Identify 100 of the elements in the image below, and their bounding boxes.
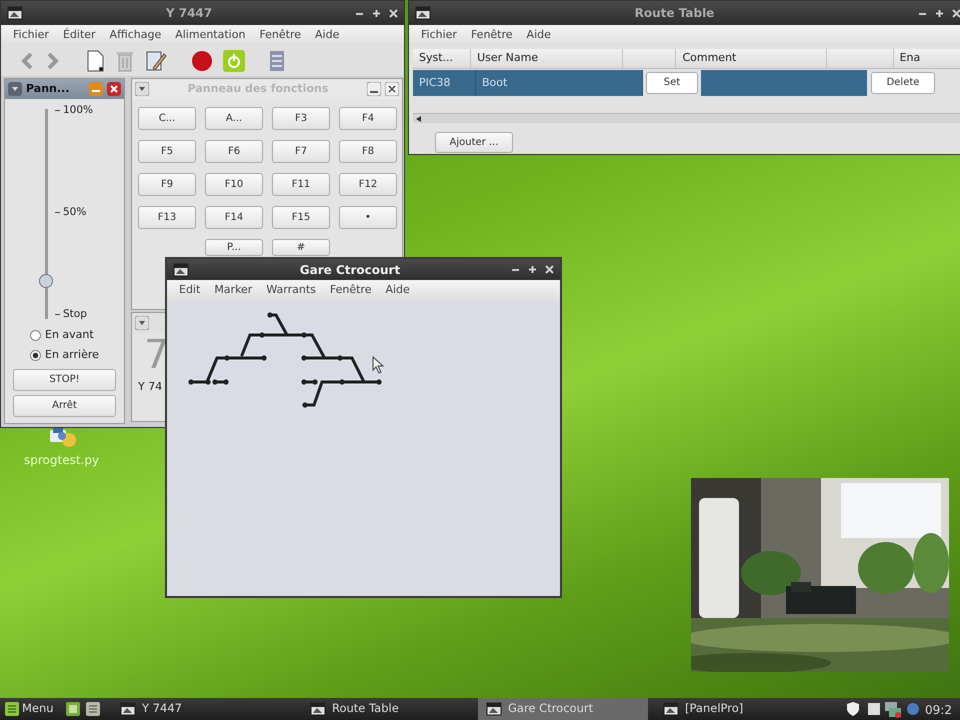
menu-icon[interactable]: [4, 701, 20, 717]
radio-button[interactable]: [30, 330, 41, 340]
column-header[interactable]: User Name: [471, 49, 623, 68]
throttle-button[interactable]: STOP!: [13, 369, 116, 391]
menu-item[interactable]: Éditer: [62, 27, 96, 44]
table-cell[interactable]: [701, 70, 867, 96]
taskbar-button[interactable]: Y 7447: [112, 698, 282, 720]
python-file-icon[interactable]: [48, 426, 78, 448]
menu-item[interactable]: Fichier: [13, 27, 49, 44]
new-document-icon[interactable]: [85, 50, 105, 72]
maximize-icon[interactable]: [528, 265, 537, 274]
close-icon[interactable]: [545, 265, 554, 274]
globe-icon[interactable]: [906, 702, 920, 716]
function-button[interactable]: F12: [339, 173, 397, 196]
window-icon: [486, 701, 502, 717]
menu-item[interactable]: Affichage: [110, 27, 162, 44]
menu-item[interactable]: Fenêtre: [470, 27, 513, 44]
window-icon[interactable]: [173, 262, 189, 278]
function-button[interactable]: F13: [138, 206, 196, 229]
window-title: Gare Ctrocourt: [298, 262, 402, 278]
radio-label[interactable]: En avant: [45, 326, 94, 344]
function-button[interactable]: F11: [272, 173, 330, 196]
function-button[interactable]: #: [272, 239, 330, 256]
mouse-cursor-icon: [372, 356, 386, 374]
menu-item[interactable]: Fichier: [421, 27, 457, 44]
function-button[interactable]: F10: [205, 173, 263, 196]
slider-label: 50%: [63, 205, 86, 220]
function-button[interactable]: A...: [205, 107, 263, 130]
close-icon[interactable]: [952, 8, 960, 18]
window-title: Y 7447: [164, 5, 214, 22]
maximize-icon[interactable]: [935, 8, 944, 18]
menu-item[interactable]: Fenêtre: [330, 282, 372, 299]
function-button[interactable]: F6: [205, 140, 263, 163]
horizontal-scrollbar[interactable]: [413, 113, 960, 123]
file-manager-icon[interactable]: [66, 702, 80, 716]
slider-thumb[interactable]: [39, 274, 53, 288]
slider-tick: [55, 212, 60, 214]
delete-button[interactable]: Delete: [871, 72, 935, 94]
maximize-icon[interactable]: [372, 8, 381, 18]
close-icon[interactable]: [389, 8, 398, 18]
shield-icon[interactable]: [846, 701, 860, 717]
task-label: [PanelPro]: [685, 700, 744, 718]
address-number: 7: [144, 335, 170, 375]
menu-item[interactable]: Warrants: [266, 282, 316, 299]
column-header[interactable]: Ena: [894, 49, 960, 68]
dropdown-icon[interactable]: [135, 316, 149, 330]
function-button[interactable]: F14: [205, 206, 263, 229]
table-cell[interactable]: Boot: [476, 70, 643, 96]
slider-label: 100%: [63, 103, 94, 118]
throttle-button[interactable]: Arrêt: [13, 395, 116, 417]
task-label: Gare Ctrocourt: [508, 700, 594, 718]
function-button[interactable]: F4: [339, 107, 397, 130]
slider-label: Stop: [63, 307, 87, 322]
column-header[interactable]: Syst...: [413, 49, 472, 68]
network-icon[interactable]: [884, 700, 902, 718]
function-button[interactable]: F7: [272, 140, 330, 163]
clock: 09:2: [925, 702, 952, 719]
menu-item[interactable]: Aide: [315, 27, 340, 44]
radio-label[interactable]: En arrière: [45, 346, 99, 364]
menu-item[interactable]: Aide: [385, 282, 410, 299]
window-icon[interactable]: [7, 5, 23, 21]
function-button[interactable]: F5: [138, 140, 196, 163]
menu-item[interactable]: Fenêtre: [259, 27, 302, 44]
taskbar-button[interactable]: Gare Ctrocourt: [478, 698, 648, 720]
function-button[interactable]: F8: [339, 140, 397, 163]
minimize-icon[interactable]: [367, 82, 381, 96]
start-menu-button[interactable]: Menu: [18, 698, 58, 720]
function-button[interactable]: P...: [205, 239, 263, 256]
slider-tick: [55, 314, 60, 316]
set-button[interactable]: Set: [646, 72, 698, 94]
menu-item[interactable]: Edit: [179, 282, 200, 299]
edit-document-icon[interactable]: [145, 50, 167, 72]
window-title: Route Table: [634, 5, 716, 22]
function-button[interactable]: C...: [138, 107, 196, 130]
dropdown-icon[interactable]: [8, 82, 22, 96]
column-header[interactable]: Comment: [676, 49, 828, 68]
function-button[interactable]: •: [339, 206, 397, 229]
window-icon: [663, 701, 679, 717]
function-button[interactable]: F3: [272, 107, 330, 130]
menu-item[interactable]: Alimentation: [175, 27, 246, 44]
task-label: Y 7447: [142, 700, 182, 718]
window-icon[interactable]: [415, 5, 431, 21]
menu-item[interactable]: Marker: [214, 282, 252, 299]
close-icon[interactable]: [107, 82, 121, 96]
stop-circle-icon[interactable]: [191, 50, 213, 72]
panel-title: Pann...: [26, 80, 70, 97]
radio-button[interactable]: [30, 350, 41, 360]
add-button[interactable]: Ajouter ...: [435, 132, 513, 153]
scroll-left-icon[interactable]: [414, 115, 422, 123]
table-cell[interactable]: PIC38: [413, 70, 476, 96]
dropdown-icon[interactable]: [135, 82, 149, 96]
taskbar-button[interactable]: [PanelPro]: [655, 698, 825, 720]
address-label: Y 74: [138, 379, 162, 395]
window-icon: [310, 701, 326, 717]
close-icon[interactable]: [385, 82, 399, 96]
function-button[interactable]: F9: [138, 173, 196, 196]
function-button[interactable]: F15: [272, 206, 330, 229]
taskbar-button[interactable]: Route Table: [302, 698, 472, 720]
text-editor-icon[interactable]: [86, 702, 100, 716]
menu-item[interactable]: Aide: [526, 27, 551, 44]
